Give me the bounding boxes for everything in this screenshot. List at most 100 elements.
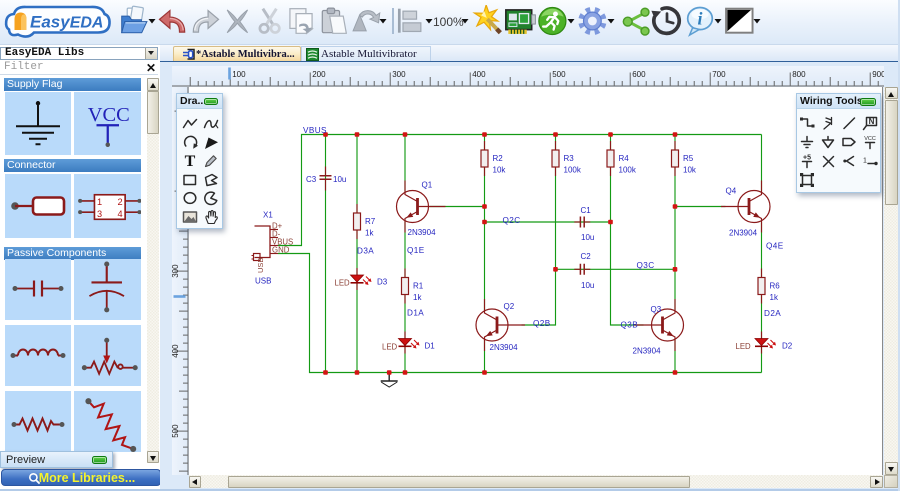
rotate-dropdown-caret[interactable]: [379, 18, 387, 24]
library-item-potentiometer[interactable]: [73, 325, 141, 386]
tool-ground[interactable]: [798, 133, 816, 151]
tool-vcc-flag[interactable]: VCC: [861, 133, 879, 151]
transistor-Q4[interactable]: Q4 2N3904: [720, 180, 771, 237]
connector-X1[interactable]: D+D-VBUSGNDUSBX1USB: [251, 210, 293, 285]
library-filter-input[interactable]: Filter ✕: [0, 61, 158, 75]
tool-text[interactable]: T: [181, 152, 199, 170]
net-label-Q2B[interactable]: Q2B: [533, 319, 551, 328]
net-label-D3A[interactable]: D3A: [357, 246, 374, 255]
scroll-thumb[interactable]: [147, 90, 159, 134]
run-simulation-dropdown-caret[interactable]: [567, 18, 575, 24]
redo-button[interactable]: [189, 5, 221, 37]
preview-bar[interactable]: Preview: [0, 451, 113, 468]
tool-no-connect[interactable]: [819, 152, 837, 170]
info-button[interactable]: i: [684, 5, 716, 37]
tool-net-label[interactable]: N: [861, 114, 879, 132]
tool-ellipse[interactable]: [181, 189, 199, 207]
collapse-icon[interactable]: [204, 97, 218, 105]
tool-polygon[interactable]: [202, 171, 220, 189]
library-item-cap_polar[interactable]: [73, 259, 141, 320]
tool-polyline[interactable]: [181, 115, 199, 133]
tool-arc[interactable]: [181, 134, 199, 152]
open-file-dropdown-caret[interactable]: [148, 18, 156, 24]
delete-button[interactable]: [221, 5, 253, 37]
tool-image[interactable]: [181, 208, 199, 226]
history-button[interactable]: [651, 5, 683, 37]
transistor-Q1[interactable]: Q1 2N3904: [395, 180, 445, 237]
resistor-R2[interactable]: R210k: [479, 140, 506, 176]
net-label-Q3B[interactable]: Q3B: [620, 320, 638, 329]
undo-button[interactable]: [157, 5, 189, 37]
tool-pin[interactable]: 1: [861, 152, 879, 170]
tool-signal-ground[interactable]: [819, 133, 837, 151]
resistor-R7[interactable]: R71k: [352, 203, 375, 239]
tool-plus5-flag[interactable]: +5: [798, 152, 816, 170]
transistor-Q3[interactable]: Q3 2N3904: [632, 298, 684, 356]
net-label-D2A[interactable]: D2A: [764, 309, 781, 318]
theme-dropdown-caret[interactable]: [753, 18, 761, 24]
resistor-R6[interactable]: R61k: [756, 268, 780, 303]
canvas-hscrollbar[interactable]: [188, 475, 883, 488]
library-item-inductor[interactable]: [4, 325, 71, 386]
wiring-tools-title[interactable]: Wiring Tools: [797, 94, 880, 109]
pcb-button[interactable]: [504, 5, 536, 37]
resistor-R4[interactable]: R4 100k: [605, 140, 637, 176]
resistor-R5[interactable]: R510k: [670, 140, 696, 176]
align-button[interactable]: [395, 5, 427, 37]
tool-bus[interactable]: [819, 114, 837, 132]
zoom-level[interactable]: 100%: [433, 15, 464, 29]
rotate-button[interactable]: [349, 5, 381, 37]
library-item-gnd[interactable]: [4, 92, 71, 155]
transistor-Q2[interactable]: Q2 2N3904: [474, 298, 525, 352]
info-dropdown-caret[interactable]: [714, 18, 722, 24]
drawing-tools-title[interactable]: Dra...: [177, 94, 222, 109]
settings-gear-dropdown-caret[interactable]: [607, 18, 615, 24]
library-item-cap_h[interactable]: [4, 259, 71, 320]
tool-net-port[interactable]: [840, 133, 858, 151]
library-item-vcc[interactable]: VCC: [73, 92, 141, 155]
library-item-resistor_h[interactable]: [4, 391, 71, 452]
tool-rect[interactable]: [181, 171, 199, 189]
tab-schematic[interactable]: *Astable Multivibra...: [173, 45, 301, 61]
tool-bezier[interactable]: [202, 115, 220, 133]
tool-drag-hand[interactable]: [202, 208, 220, 226]
settings-gear-button[interactable]: [577, 5, 609, 37]
vscroll-thumb[interactable]: [884, 99, 898, 205]
share-button[interactable]: [621, 5, 653, 37]
resistor-R1[interactable]: R11k: [400, 268, 423, 303]
resistor-R3[interactable]: R3 100k: [550, 140, 582, 176]
scroll-up-button[interactable]: [884, 86, 898, 99]
clear-filter-icon[interactable]: ✕: [146, 61, 156, 75]
collapse-icon[interactable]: [92, 456, 107, 464]
tool-arrow[interactable]: [202, 134, 220, 152]
scroll-down-button[interactable]: [147, 450, 159, 463]
scroll-right-button[interactable]: [870, 475, 883, 488]
paste-button[interactable]: [318, 5, 350, 37]
library-source-select[interactable]: EasyEDA Libs: [0, 47, 158, 60]
tool-wire[interactable]: [798, 114, 816, 132]
capacitor-C2[interactable]: C2 10u: [573, 252, 594, 290]
library-item-plug[interactable]: [4, 174, 71, 238]
net-label-Q3C[interactable]: Q3C: [636, 261, 654, 270]
tool-line[interactable]: [840, 114, 858, 132]
net-label-VBUS[interactable]: VBUS: [303, 126, 327, 135]
tool-pencil[interactable]: [202, 152, 220, 170]
run-simulation-button[interactable]: [537, 5, 569, 37]
magic-wand-button[interactable]: [472, 5, 504, 37]
copy-button[interactable]: [285, 5, 317, 37]
net-label-Q4E[interactable]: Q4E: [766, 241, 784, 250]
tool-bus-entry[interactable]: [840, 152, 858, 170]
tool-group-symbol[interactable]: [798, 171, 816, 189]
zoom-dropdown-caret[interactable]: [461, 18, 469, 24]
led-D3[interactable]: LED D3: [334, 267, 387, 290]
capacitor-C1[interactable]: C1 10u: [573, 206, 594, 242]
library-item-resistor_diag[interactable]: [73, 391, 141, 452]
net-label-D1A[interactable]: D1A: [407, 308, 424, 317]
led-D2[interactable]: LED D2: [735, 331, 792, 353]
more-libraries-button[interactable]: More Libraries...: [1, 468, 161, 486]
led-D1[interactable]: LED D1: [382, 331, 435, 353]
cut-button[interactable]: [253, 5, 285, 37]
library-scrollbar[interactable]: [147, 78, 159, 463]
hscroll-thumb[interactable]: [228, 475, 690, 488]
scroll-left-button[interactable]: [188, 475, 201, 488]
